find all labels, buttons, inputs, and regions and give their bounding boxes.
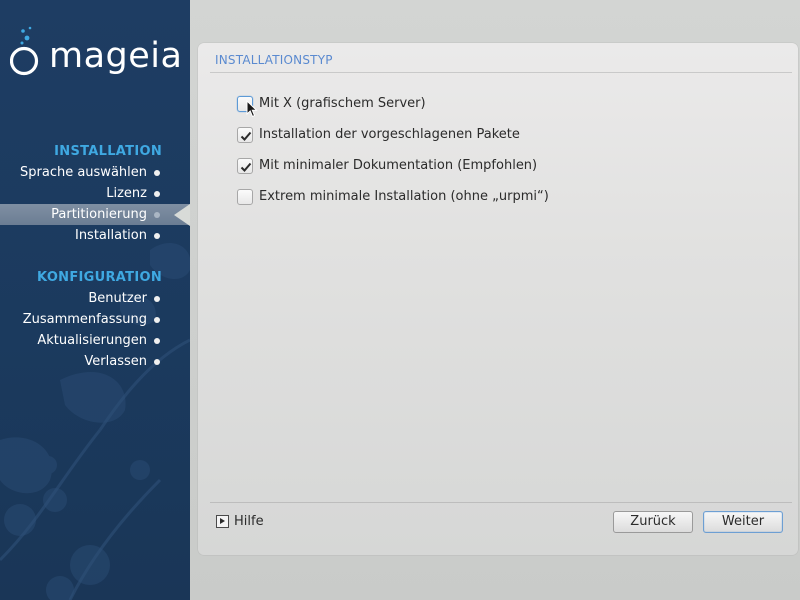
sidebar-item-label: Partitionierung: [51, 207, 147, 222]
option-label: Extrem minimale Installation (ohne „urpm…: [259, 189, 549, 204]
mouse-pointer-icon: [246, 100, 258, 118]
play-triangle-icon: [216, 515, 229, 528]
sidebar-item-label: Lizenz: [106, 186, 147, 201]
bullet-icon: [154, 233, 160, 239]
help-label: Hilfe: [234, 514, 264, 529]
bullet-icon: [154, 212, 160, 218]
sidebar-item-installation[interactable]: Installation: [0, 225, 190, 246]
bullet-icon: [154, 170, 160, 176]
sidebar-item-aktualisierungen[interactable]: Aktualisierungen: [0, 330, 190, 351]
page-title: INSTALLATIONSTYP: [215, 53, 333, 67]
sidebar-item-label: Sprache auswählen: [20, 165, 147, 180]
sidebar-item-label: Benutzer: [88, 291, 147, 306]
sidebar-item-label: Verlassen: [84, 354, 147, 369]
sidebar-item-sprache-auswaehlen[interactable]: Sprache auswählen: [0, 162, 190, 183]
active-step-pointer-icon: [174, 204, 190, 226]
option-label: Installation der vorgeschlagenen Pakete: [259, 127, 520, 142]
bullet-icon: [154, 317, 160, 323]
sidebar-item-label: Zusammenfassung: [22, 312, 147, 327]
checkmark-icon: [240, 131, 252, 141]
option-label: Mit X (grafischem Server): [259, 96, 426, 111]
option-label: Mit minimaler Dokumentation (Empfohlen): [259, 158, 538, 173]
checkbox-vorgeschlagene-pakete[interactable]: [237, 127, 253, 143]
mageia-logo: mageia: [10, 26, 182, 78]
section-heading-installation: INSTALLATION: [54, 144, 162, 159]
sidebar-item-benutzer[interactable]: Benutzer: [0, 288, 190, 309]
sidebar-item-verlassen[interactable]: Verlassen: [0, 351, 190, 372]
bullet-icon: [154, 338, 160, 344]
sidebar-item-partitionierung[interactable]: Partitionierung: [0, 204, 190, 225]
mageia-logo-icon: [10, 26, 39, 76]
brand-name: mageia: [49, 36, 183, 76]
bullet-icon: [154, 359, 160, 365]
sidebar-item-label: Installation: [74, 228, 147, 243]
section-heading-konfiguration: KONFIGURATION: [37, 270, 162, 285]
checkbox-minimale-dokumentation[interactable]: [237, 158, 253, 174]
bullet-icon: [154, 296, 160, 302]
sidebar-item-lizenz[interactable]: Lizenz: [0, 183, 190, 204]
checkmark-icon: [240, 162, 252, 172]
bullet-icon: [154, 191, 160, 197]
main-panel: INSTALLATIONSTYP Mit X (grafischem Serve…: [198, 43, 798, 555]
next-button[interactable]: Weiter: [703, 511, 783, 533]
footer-divider: [210, 502, 792, 503]
sidebar-item-zusammenfassung[interactable]: Zusammenfassung: [0, 309, 190, 330]
title-divider: [210, 72, 792, 73]
back-button[interactable]: Zurück: [613, 511, 693, 533]
sidebar: mageia INSTALLATION Sprache auswählen Li…: [0, 0, 190, 600]
checkbox-extrem-minimal[interactable]: [237, 189, 253, 205]
sidebar-item-label: Aktualisierungen: [37, 333, 147, 348]
